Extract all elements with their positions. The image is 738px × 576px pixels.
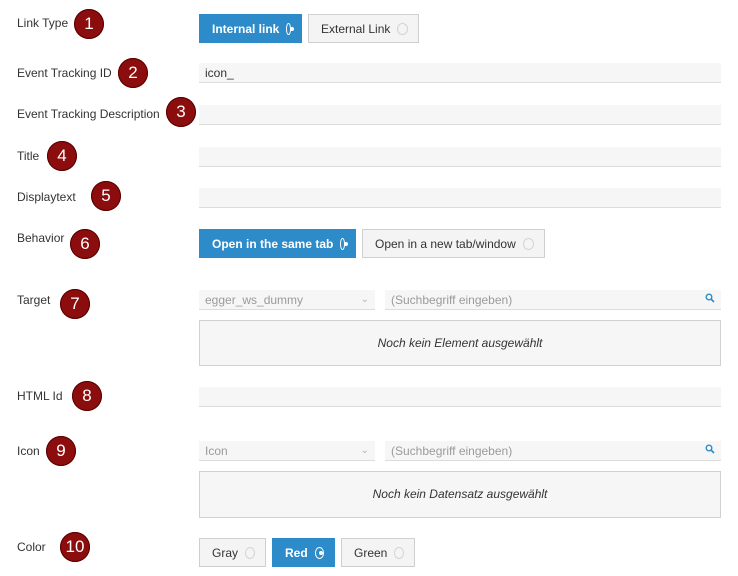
target-search-placeholder: (Suchbegriff eingeben) — [391, 293, 513, 307]
search-icon — [705, 293, 715, 303]
icon-label: Icon — [17, 444, 40, 458]
event-tracking-description-label: Event Tracking Description — [17, 107, 160, 121]
callout-badge-9: 9 — [46, 436, 76, 466]
radio-unselected-icon — [394, 546, 404, 559]
icon-search-placeholder: (Suchbegriff eingeben) — [391, 444, 513, 458]
icon-type-select[interactable]: Icon ⌄ — [199, 441, 375, 461]
event-tracking-description-input[interactable] — [199, 105, 721, 125]
title-label: Title — [17, 149, 40, 163]
chevron-down-icon: ⌄ — [360, 294, 369, 305]
callout-badge-4: 4 — [47, 141, 77, 171]
callout-badge-6: 6 — [70, 229, 100, 259]
behavior-same-tab-option[interactable]: Open in the same tab — [199, 229, 356, 258]
target-label: Target — [17, 293, 51, 307]
color-label: Color — [17, 540, 46, 554]
target-search-input[interactable]: (Suchbegriff eingeben) — [385, 290, 721, 310]
color-red-option[interactable]: Red — [272, 538, 335, 567]
target-selection-box: Noch kein Element ausgewählt — [199, 320, 721, 366]
color-gray-option[interactable]: Gray — [199, 538, 266, 567]
radio-selected-icon — [340, 237, 348, 250]
icon-selection-box: Noch kein Datensatz ausgewählt — [199, 471, 721, 518]
callout-badge-3: 3 — [166, 97, 196, 127]
radio-unselected-icon — [522, 237, 534, 250]
behavior-new-tab-label: Open in a new tab/window — [375, 236, 516, 251]
event-tracking-id-label: Event Tracking ID — [17, 66, 112, 80]
link-type-external-option[interactable]: External Link — [308, 14, 419, 43]
behavior-same-tab-label: Open in the same tab — [212, 236, 334, 251]
color-green-option[interactable]: Green — [341, 538, 415, 567]
radio-selected-icon — [314, 546, 324, 559]
callout-badge-10: 10 — [60, 532, 90, 562]
displaytext-label: Displaytext — [17, 190, 76, 204]
link-type-external-label: External Link — [321, 21, 391, 36]
callout-badge-8: 8 — [72, 381, 102, 411]
target-type-select[interactable]: egger_ws_dummy ⌄ — [199, 290, 375, 310]
radio-unselected-icon — [245, 546, 255, 559]
icon-type-select-value: Icon — [205, 444, 228, 458]
color-red-label: Red — [285, 545, 308, 560]
callout-badge-1: 1 — [74, 9, 104, 39]
radio-selected-icon — [286, 22, 294, 35]
color-gray-label: Gray — [212, 545, 239, 560]
callout-badge-2: 2 — [118, 58, 148, 88]
link-type-label: Link Type — [17, 16, 69, 30]
icon-search-input[interactable]: (Suchbegriff eingeben) — [385, 441, 721, 461]
color-green-label: Green — [354, 545, 388, 560]
link-type-internal-label: Internal link — [212, 21, 280, 36]
link-type-internal-option[interactable]: Internal link — [199, 14, 302, 43]
target-empty-text: Noch kein Element ausgewählt — [377, 336, 543, 350]
callout-badge-7: 7 — [60, 289, 90, 319]
search-icon — [705, 444, 715, 454]
behavior-label: Behavior — [17, 231, 65, 245]
behavior-new-tab-option[interactable]: Open in a new tab/window — [362, 229, 545, 258]
target-type-select-value: egger_ws_dummy — [205, 293, 304, 307]
callout-badge-5: 5 — [91, 181, 121, 211]
chevron-down-icon: ⌄ — [360, 445, 369, 456]
title-input[interactable] — [199, 147, 721, 167]
html-id-label: HTML Id — [17, 389, 63, 403]
displaytext-input[interactable] — [199, 188, 721, 208]
html-id-input[interactable] — [199, 387, 721, 407]
icon-empty-text: Noch kein Datensatz ausgewählt — [372, 487, 548, 501]
event-tracking-id-input[interactable]: icon_ — [199, 63, 721, 83]
radio-unselected-icon — [397, 22, 408, 35]
